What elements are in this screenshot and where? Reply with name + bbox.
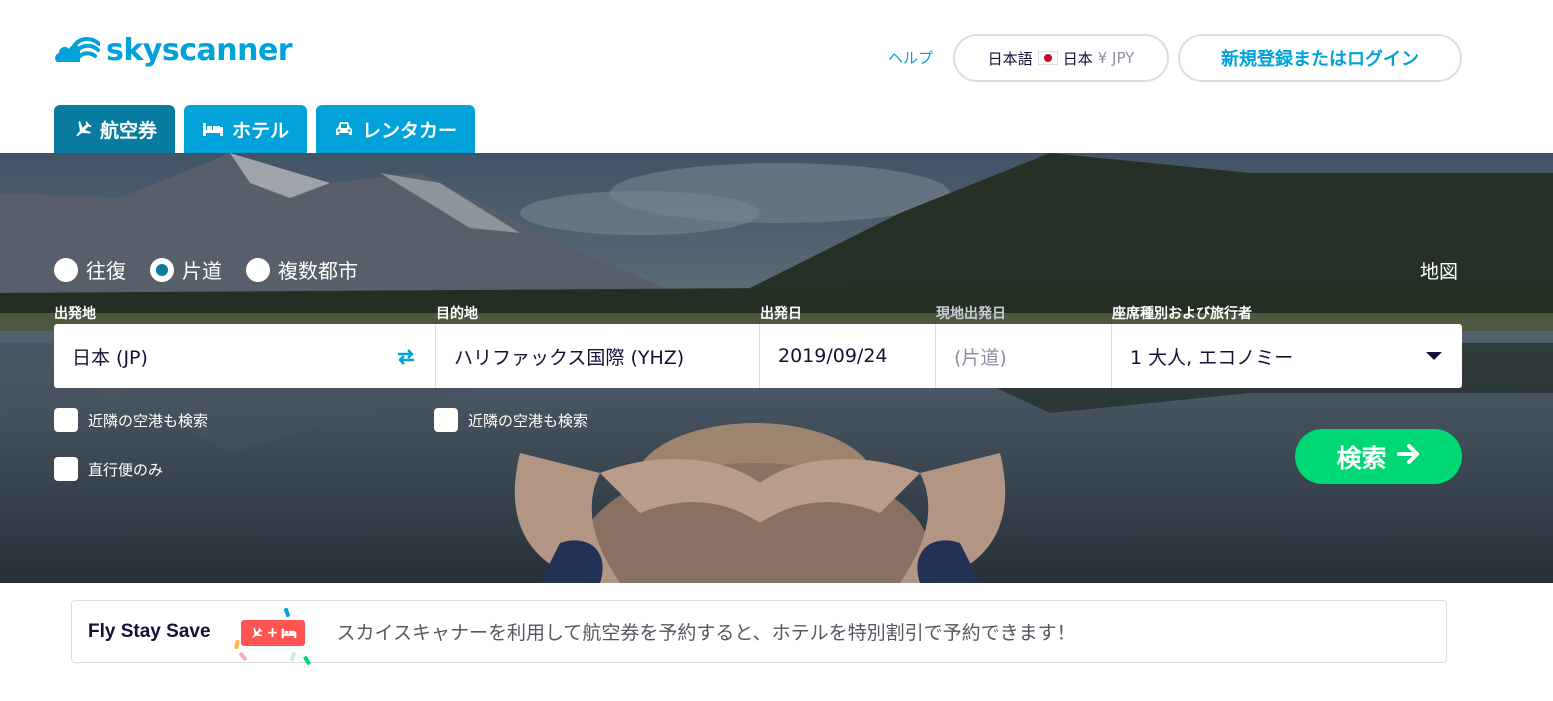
product-tabs: 航空券 ホテル レンタカー [54,105,476,153]
origin-field[interactable]: 日本 (JP) [54,324,436,388]
logo-text: skyscanner [106,32,293,68]
origin-label: 出発地 [54,306,96,322]
help-link[interactable]: ヘルプ [888,47,933,68]
tab-hotels[interactable]: ホテル [184,105,308,153]
radio-multi-city[interactable]: 複数都市 [246,255,358,284]
search-controls: 日本 (JP) ハリファックス国際 (YHZ) 2019/09/24 (片道) … [54,324,1462,388]
chevron-down-icon [1426,352,1442,360]
radio-label: 片道 [182,259,222,283]
checkbox[interactable] [54,408,78,432]
radio-button[interactable] [246,257,270,282]
direct-only-checkbox[interactable]: 直行便のみ [54,457,163,481]
swap-icon[interactable] [395,348,417,371]
cabin-travellers-label: 座席種別および旅行者 [1112,306,1252,322]
promo-title: Fly Stay Save [88,620,211,642]
tab-car-hire[interactable]: レンタカー [316,105,476,153]
arrow-right-icon [1396,442,1421,471]
cloud-logo-icon [55,37,100,62]
tab-label: 航空券 [100,119,158,142]
trip-type-selector: 往復 片道 複数都市 [54,255,358,284]
cabin-travellers-field[interactable]: 1 大人, エコノミー [1112,324,1462,388]
destination-value: ハリファックス国際 (YHZ) [454,346,685,369]
fly-stay-save-banner[interactable]: Fly Stay Save + スカイスキャナーを利用して航空券を予約すると、ホ… [71,600,1447,665]
currency-label: ¥ JPY [1097,49,1135,67]
skyscanner-logo[interactable]: skyscanner [54,32,293,68]
badge-plus: + [266,624,279,641]
language-label: 日本語 [987,49,1033,68]
search-button[interactable]: 検索 [1295,429,1462,484]
car-icon [334,120,354,138]
airplane-icon [251,626,263,638]
airplane-icon [72,119,92,139]
destination-label: 目的地 [436,306,478,322]
depart-date-field[interactable]: 2019/09/24 [760,324,936,388]
checkbox-label: 近隣の空港も検索 [88,411,209,430]
promo-text: スカイスキャナーを利用して航空券を予約すると、ホテルを特別割引で予約できます！ [336,622,1076,644]
confetti-decoration [302,655,311,665]
tab-flights[interactable]: 航空券 [54,105,176,153]
confetti-decoration [238,651,247,661]
confetti-decoration [283,607,290,617]
radio-button[interactable] [150,257,174,282]
flight-hotel-badge: + [233,607,313,665]
radio-label: 往復 [86,259,126,283]
return-date-value: (片道) [954,346,1007,369]
nearby-destination-checkbox[interactable]: 近隣の空港も検索 [434,408,588,432]
search-hero: 往復 片道 複数都市 地図 出発地 目的地 出発日 現地出発日 座席種別および旅… [0,153,1553,583]
bed-icon [202,121,224,137]
tab-label: ホテル [232,119,290,142]
search-button-label: 検索 [1336,443,1387,473]
bed-icon [282,628,297,638]
confetti-decoration [289,651,296,661]
cabin-travellers-value: 1 大人, エコノミー [1130,346,1294,369]
origin-value: 日本 (JP) [72,346,148,369]
depart-date-value: 2019/09/24 [778,345,888,367]
map-link[interactable]: 地図 [1420,257,1458,284]
depart-date-label: 出発日 [760,306,802,322]
nearby-origin-checkbox[interactable]: 近隣の空港も検索 [54,408,208,432]
checkbox[interactable] [434,408,458,432]
checkbox[interactable] [54,457,78,481]
japan-flag-icon [1037,51,1058,65]
radio-label: 複数都市 [278,259,358,283]
return-date-label: 現地出発日 [936,306,1006,322]
login-button[interactable]: 新規登録またはログイン [1178,34,1462,82]
radio-one-way[interactable]: 片道 [150,255,222,284]
checkbox-label: 直行便のみ [88,460,164,479]
country-label: 日本 [1062,49,1093,68]
destination-field[interactable]: ハリファックス国際 (YHZ) [436,324,760,388]
locale-button[interactable]: 日本語 日本 ¥ JPY [953,34,1169,82]
checkbox-label: 近隣の空港も検索 [468,411,589,430]
return-date-field[interactable]: (片道) [936,324,1112,388]
radio-button[interactable] [54,257,78,282]
confetti-decoration [233,639,240,649]
badge-body: + [240,619,305,646]
radio-round-trip[interactable]: 往復 [54,255,126,284]
tab-label: レンタカー [362,119,458,142]
